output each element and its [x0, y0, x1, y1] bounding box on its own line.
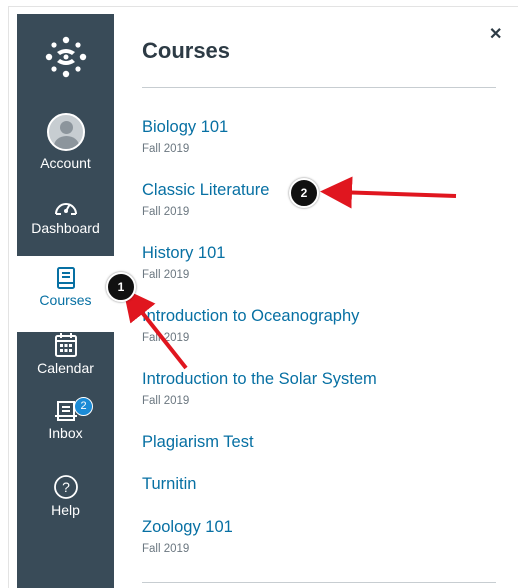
calendar-icon	[54, 333, 77, 357]
avatar	[46, 113, 85, 151]
course-item[interactable]: Classic Literature Fall 2019	[142, 181, 269, 218]
course-item[interactable]: History 101 Fall 2019	[142, 244, 225, 281]
nav-label-help: Help	[51, 502, 80, 518]
tray-title: Courses	[142, 38, 231, 63]
inbox-unread-badge: 2	[74, 397, 93, 416]
course-item[interactable]: Zoology 101 Fall 2019	[142, 518, 233, 555]
course-link[interactable]: History 101	[142, 244, 225, 263]
course-link[interactable]: Classic Literature	[142, 181, 269, 200]
course-link[interactable]: Introduction to the Solar System	[142, 370, 377, 389]
nav-item-account[interactable]: Account	[17, 113, 114, 171]
course-term: Fall 2019	[142, 206, 190, 218]
tray-divider-top	[142, 87, 496, 88]
course-link[interactable]: Zoology 101	[142, 518, 233, 537]
close-icon[interactable]: ✕	[489, 24, 502, 44]
course-term: Fall 2019	[142, 543, 190, 555]
nav-item-courses[interactable]: Courses	[17, 256, 114, 332]
annotation-callout-2: 2	[289, 178, 319, 208]
course-term: Fall 2019	[142, 395, 190, 407]
help-icon: ?	[53, 475, 78, 499]
nav-item-inbox[interactable]: 2 Inbox	[17, 397, 114, 441]
nav-label-inbox: Inbox	[48, 425, 83, 441]
nav-label-account: Account	[40, 155, 91, 171]
course-item[interactable]: Introduction to Oceanography Fall 2019	[142, 307, 359, 344]
nav-item-calendar[interactable]: Calendar	[17, 332, 114, 376]
nav-label-courses: Courses	[39, 292, 92, 308]
nav-label-calendar: Calendar	[37, 360, 94, 376]
tray-divider-bottom	[142, 582, 496, 583]
nav-label-dashboard: Dashboard	[31, 220, 100, 236]
nav-item-dashboard[interactable]: Dashboard	[17, 196, 114, 236]
canvas-logo-icon[interactable]	[43, 34, 89, 80]
course-term: Fall 2019	[142, 269, 190, 281]
course-item[interactable]: Plagiarism Test	[142, 433, 254, 452]
course-link[interactable]: Biology 101	[142, 118, 228, 137]
course-term: Fall 2019	[142, 143, 190, 155]
dashboard-icon	[54, 203, 77, 215]
svg-text:?: ?	[62, 479, 70, 495]
global-navigation: Account Dashboard Courses Calendar 2 Inb…	[17, 14, 114, 588]
course-link[interactable]: Introduction to Oceanography	[142, 307, 359, 326]
course-link[interactable]: Turnitin	[142, 475, 196, 494]
course-term: Fall 2019	[142, 332, 190, 344]
annotation-callout-1: 1	[106, 272, 136, 302]
course-item[interactable]: Biology 101 Fall 2019	[142, 118, 228, 155]
courses-book-icon	[56, 267, 75, 289]
nav-item-help[interactable]: ? Help	[17, 474, 114, 518]
course-item[interactable]: Turnitin	[142, 475, 196, 494]
course-link[interactable]: Plagiarism Test	[142, 433, 254, 452]
course-item[interactable]: Introduction to the Solar System Fall 20…	[142, 370, 377, 407]
